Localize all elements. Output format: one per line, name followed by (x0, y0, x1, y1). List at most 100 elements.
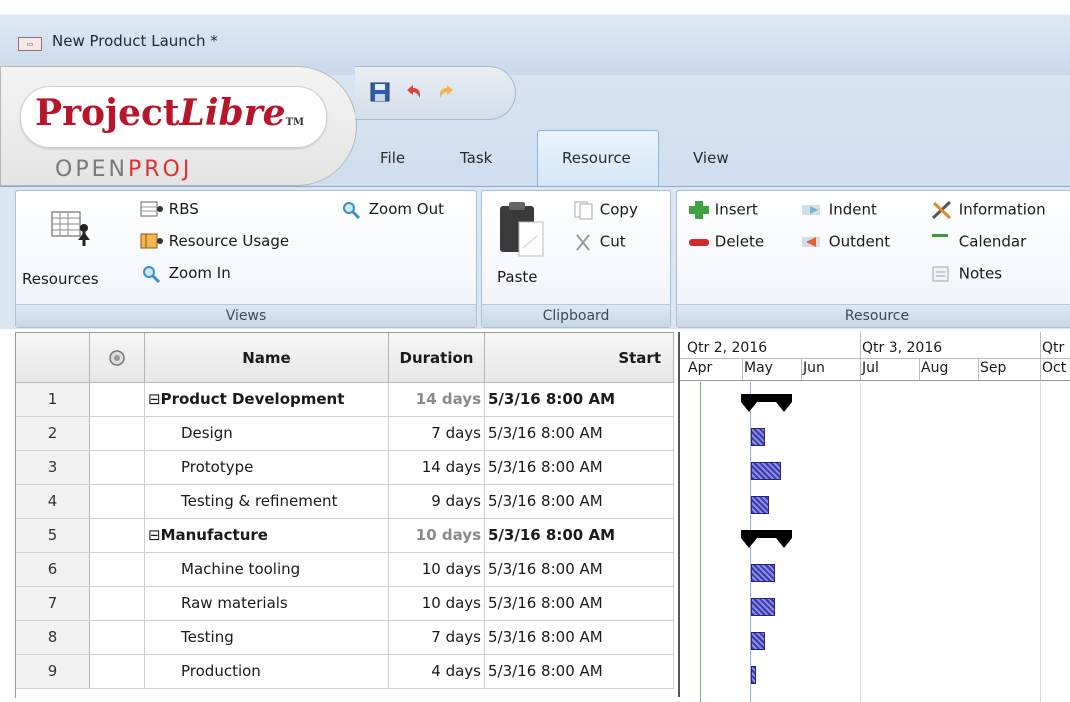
cut-icon (576, 234, 590, 251)
name-cell[interactable]: Production (145, 655, 389, 689)
row-number-cell[interactable]: 8 (16, 621, 90, 655)
table-row[interactable]: 9 Production 4 days 5/3/16 8:00 AM (16, 655, 674, 689)
duration-cell[interactable]: 4 days (389, 655, 485, 689)
tab-task[interactable]: Task (460, 148, 492, 184)
start-header[interactable]: Start (485, 333, 674, 383)
row-number-cell[interactable]: 1 (16, 383, 90, 417)
paste-icon[interactable] (497, 200, 547, 258)
table-row[interactable]: 1 ⊟Product Development 14 days 5/3/16 8:00 … (16, 383, 674, 417)
information-button[interactable]: Information (930, 200, 1046, 220)
indicator-cell[interactable] (90, 621, 145, 655)
task-bar[interactable] (751, 496, 769, 514)
duration-header[interactable]: Duration (389, 333, 485, 383)
start-cell[interactable]: 5/3/16 8:00 AM (485, 587, 674, 621)
row-number-cell[interactable]: 9 (16, 655, 90, 689)
start-cell[interactable]: 5/3/16 8:00 AM (485, 383, 674, 417)
table-row[interactable]: 2 Design 7 days 5/3/16 8:00 AM (16, 417, 674, 451)
resources-button[interactable]: Resources (22, 270, 99, 288)
cut-button[interactable]: Cut (573, 232, 626, 252)
duration-cell[interactable]: 9 days (389, 485, 485, 519)
paste-button[interactable]: Paste (497, 268, 538, 286)
start-cell[interactable]: 5/3/16 8:00 AM (485, 417, 674, 451)
indicators-header[interactable] (90, 333, 145, 383)
task-bar[interactable] (751, 462, 781, 480)
copy-button[interactable]: Copy (573, 200, 638, 220)
duration-cell[interactable]: 10 days (389, 553, 485, 587)
table-row[interactable]: 3 Prototype 14 days 5/3/16 8:00 AM (16, 451, 674, 485)
table-row[interactable]: 5 ⊟Manufacture 10 days 5/3/16 8:00 AM (16, 519, 674, 553)
outdent-button[interactable]: Outdent (800, 232, 890, 252)
name-cell[interactable]: Raw materials (145, 587, 389, 621)
duration-cell[interactable]: 7 days (389, 621, 485, 655)
duration-cell[interactable]: 7 days (389, 417, 485, 451)
name-cell[interactable]: Testing & refinement (145, 485, 389, 519)
timescale-bottom (680, 380, 1070, 381)
task-bar[interactable] (751, 598, 775, 616)
table-row[interactable]: 7 Raw materials 10 days 5/3/16 8:00 AM (16, 587, 674, 621)
summary-bar[interactable] (741, 394, 792, 402)
duration-cell[interactable]: 10 days (389, 519, 485, 553)
duration-cell[interactable]: 14 days (389, 451, 485, 485)
indicator-cell[interactable] (90, 485, 145, 519)
duration-cell[interactable]: 10 days (389, 587, 485, 621)
rbs-button[interactable]: RBS (140, 200, 199, 219)
collapse-toggle-icon[interactable]: ⊟ (148, 390, 161, 408)
row-number-cell[interactable]: 3 (16, 451, 90, 485)
name-cell[interactable]: Machine tooling (145, 553, 389, 587)
month-label: May (744, 360, 773, 376)
name-header[interactable]: Name (145, 333, 389, 383)
tools-icon (931, 200, 952, 220)
duration-cell[interactable]: 14 days (389, 383, 485, 417)
table-row[interactable]: 4 Testing & refinement 9 days 5/3/16 8:00 A… (16, 485, 674, 519)
start-cell[interactable]: 5/3/16 8:00 AM (485, 485, 674, 519)
indicator-cell[interactable] (90, 587, 145, 621)
undo-icon[interactable] (403, 82, 423, 102)
start-cell[interactable]: 5/3/16 8:00 AM (485, 655, 674, 689)
notes-button[interactable]: Notes (930, 264, 1002, 284)
tab-view[interactable]: View (693, 148, 729, 184)
zoom-out-button[interactable]: Zoom Out (340, 200, 444, 219)
resource-usage-button[interactable]: Resource Usage (140, 232, 289, 251)
indent-button[interactable]: Indent (800, 200, 877, 220)
name-cell[interactable]: Design (145, 417, 389, 451)
start-cell[interactable]: 5/3/16 8:00 AM (485, 621, 674, 655)
row-number-cell[interactable]: 5 (16, 519, 90, 553)
table-row[interactable]: 8 Testing 7 days 5/3/16 8:00 AM (16, 621, 674, 655)
insert-button[interactable]: Insert (688, 200, 758, 220)
row-number-cell[interactable]: 6 (16, 553, 90, 587)
name-cell[interactable]: ⊟Product Development (145, 383, 389, 417)
task-bar[interactable] (751, 428, 765, 446)
indicator-cell[interactable] (90, 553, 145, 587)
indicator-cell[interactable] (90, 451, 145, 485)
task-bar[interactable] (751, 632, 765, 650)
resources-icon[interactable] (50, 210, 96, 248)
name-cell[interactable]: ⊟Manufacture (145, 519, 389, 553)
indicator-cell[interactable] (90, 655, 145, 689)
table-row[interactable]: 6 Machine tooling 10 days 5/3/16 8:00 AM (16, 553, 674, 587)
name-cell[interactable]: Testing (145, 621, 389, 655)
app-logo[interactable]: ProjectLibreTM OPENPROJ (0, 66, 360, 188)
row-number-cell[interactable]: 4 (16, 485, 90, 519)
save-icon[interactable] (370, 82, 390, 102)
start-cell[interactable]: 5/3/16 8:00 AM (485, 451, 674, 485)
task-bar[interactable] (751, 666, 756, 684)
start-cell[interactable]: 5/3/16 8:00 AM (485, 519, 674, 553)
task-bar[interactable] (751, 564, 775, 582)
indicator-cell[interactable] (90, 383, 145, 417)
tab-file[interactable]: File (380, 148, 405, 184)
zoom-in-button[interactable]: Zoom In (140, 264, 231, 283)
delete-button[interactable]: Delete (688, 232, 764, 252)
start-cell[interactable]: 5/3/16 8:00 AM (485, 553, 674, 587)
indicator-cell[interactable] (90, 519, 145, 553)
zoom-in-icon (143, 265, 161, 283)
resource-usage-icon (140, 233, 163, 248)
indicator-cell[interactable] (90, 417, 145, 451)
row-number-cell[interactable]: 2 (16, 417, 90, 451)
row-number-cell[interactable]: 7 (16, 587, 90, 621)
calendar-icon (932, 234, 948, 237)
name-cell[interactable]: Prototype (145, 451, 389, 485)
summary-bar[interactable] (741, 530, 792, 538)
collapse-toggle-icon[interactable]: ⊟ (148, 526, 161, 544)
redo-icon[interactable] (437, 82, 457, 102)
calendar-button[interactable]: Calendar (930, 232, 1026, 252)
